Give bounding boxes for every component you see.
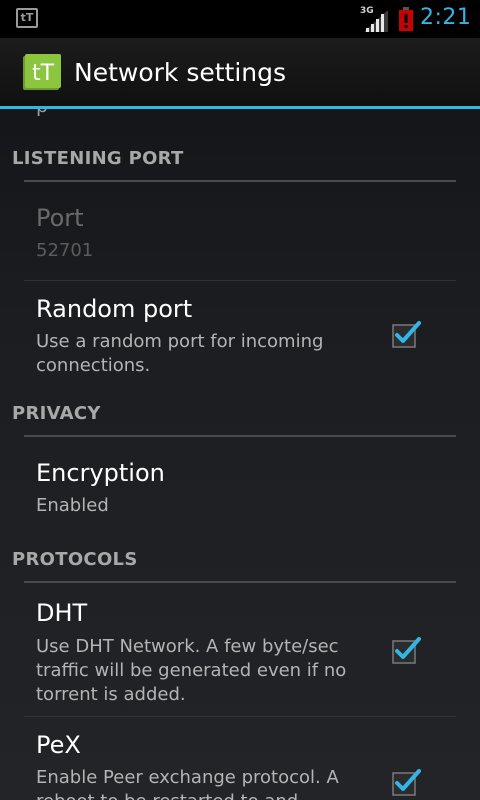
preference-summary: Enable Peer exchange protocol. A reboot … [36, 767, 339, 800]
preference-summary: Use DHT Network. A few byte/sec traffic … [36, 636, 347, 705]
pex-checkbox[interactable] [392, 767, 422, 797]
battery-alert-icon [399, 7, 413, 31]
preference-summary: Enabled [36, 495, 109, 516]
preference-title: Encryption [36, 459, 165, 487]
preference-summary: Use a random port for incoming connectio… [36, 331, 324, 376]
section-title-protocols: PROTOCOLS [12, 549, 138, 570]
preferences-list[interactable]: p LISTENING PORT Port 52701 Random port … [0, 109, 480, 800]
app-logo-icon[interactable]: tT [23, 54, 61, 90]
partial-item-summary: p [36, 109, 48, 117]
row-divider [24, 716, 456, 717]
random-port-checkbox[interactable] [392, 319, 422, 349]
app-logo-label: tT [32, 61, 55, 86]
section-divider [24, 435, 456, 437]
signal-indicator: 3G [360, 6, 390, 32]
section-divider [24, 180, 456, 182]
preference-summary: 52701 [36, 240, 94, 261]
preference-title: PeX [36, 731, 81, 759]
status-bar: tT 3G 2:21 [0, 0, 480, 38]
dht-checkbox[interactable] [392, 635, 422, 665]
status-clock: 2:21 [420, 5, 472, 30]
preference-title: DHT [36, 599, 88, 627]
screen-title: Network settings [74, 58, 287, 87]
action-bar: tT Network settings [0, 38, 480, 106]
signal-strength-icon [364, 10, 388, 32]
section-divider [24, 581, 456, 583]
section-title-privacy: PRIVACY [12, 403, 101, 424]
torrent-notification-icon[interactable]: tT [16, 8, 38, 28]
row-divider [24, 280, 456, 281]
preference-title: Port [36, 204, 84, 232]
section-title-listening-port: LISTENING PORT [12, 148, 184, 169]
preference-title: Random port [36, 295, 193, 323]
